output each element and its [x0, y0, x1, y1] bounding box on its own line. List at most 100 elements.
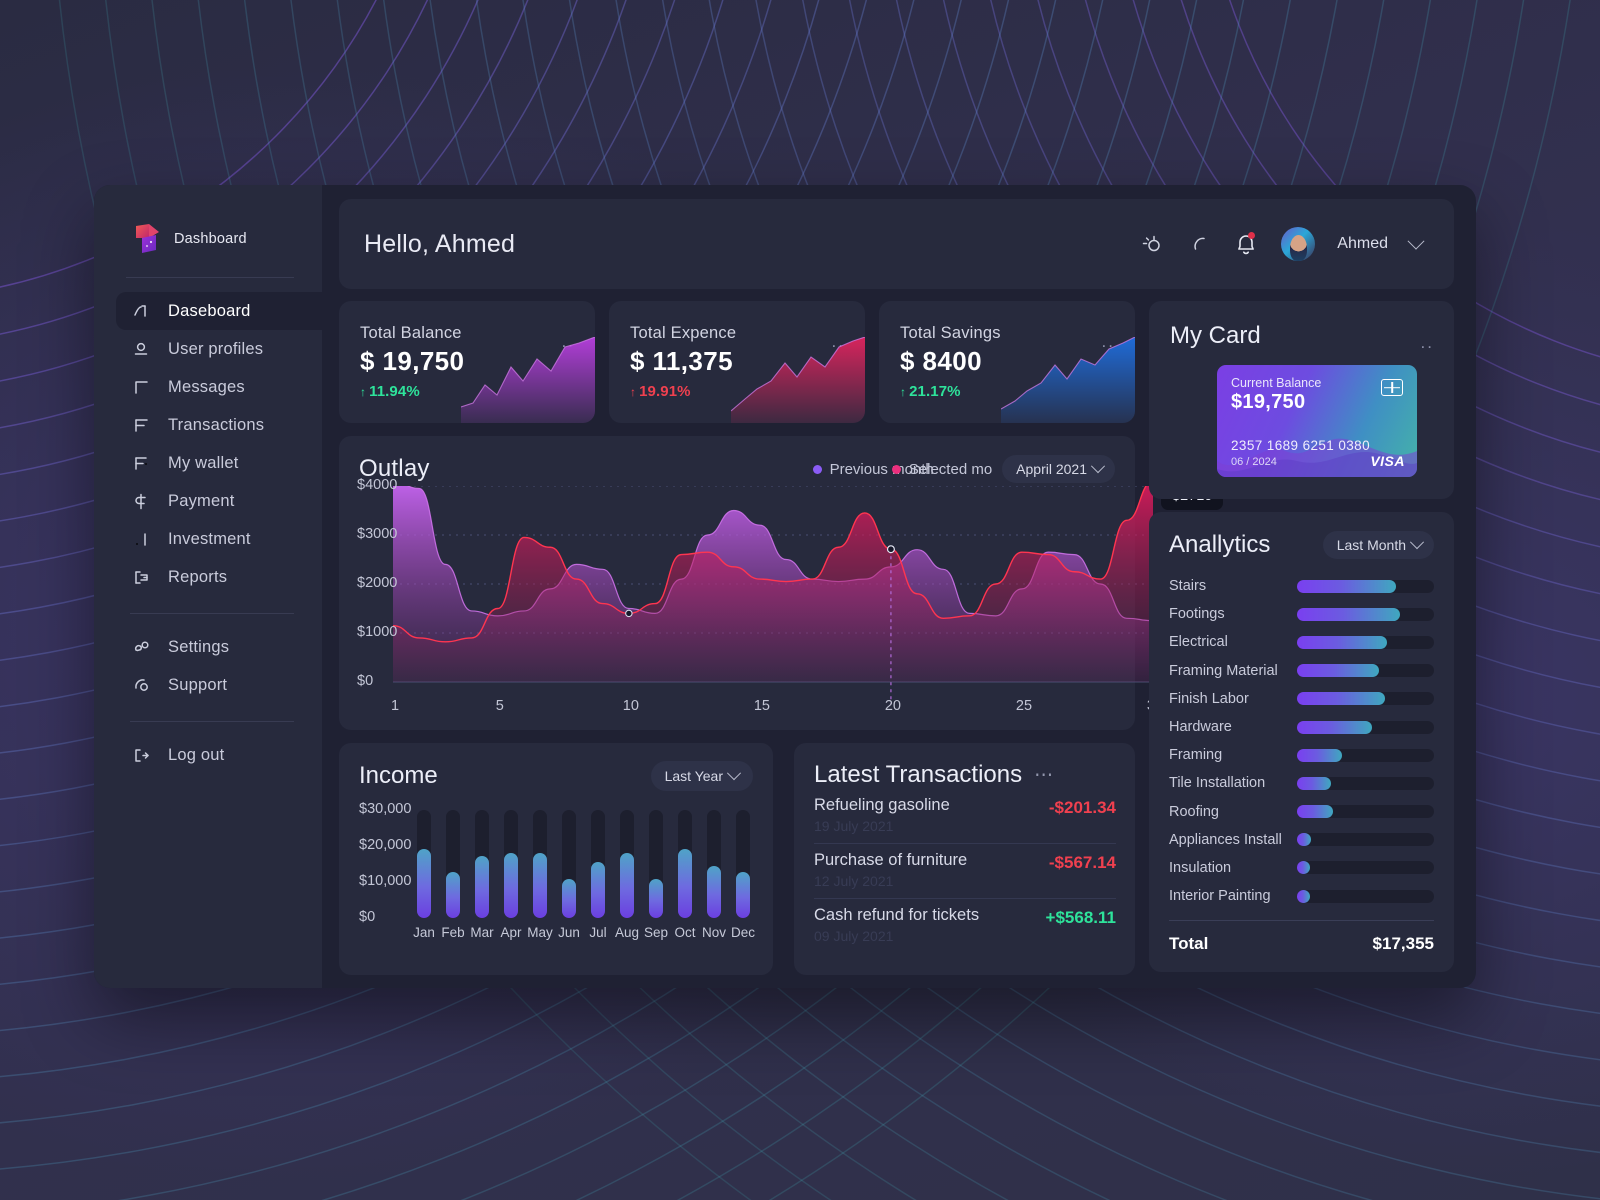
- outlay-x-tick: 1: [390, 698, 400, 714]
- sidebar-item-support[interactable]: Support: [116, 666, 322, 704]
- wallet-icon: [130, 453, 152, 473]
- analytics-label: Hardware: [1169, 719, 1232, 736]
- bell-icon[interactable]: [1233, 230, 1259, 258]
- analytics-period-dropdown[interactable]: Last Month: [1322, 531, 1434, 559]
- sidebar-item-reports[interactable]: Reports: [116, 558, 322, 596]
- income-bar-fill: [533, 853, 547, 918]
- sidebar-item-transactions[interactable]: Transactions: [116, 406, 322, 444]
- outlay-x-tick: 5: [495, 698, 504, 714]
- analytics-bar-track: [1297, 635, 1434, 649]
- legend-label-selected: Selected mo: [908, 460, 993, 478]
- income-bar: [475, 810, 489, 918]
- analytics-bar-track: [1297, 861, 1434, 875]
- sidebar-item-log-out[interactable]: Log out: [116, 736, 322, 774]
- analytics-row: Electrical: [1169, 628, 1434, 656]
- income-y-tick: $20,000: [359, 837, 412, 853]
- chevron-down-icon: [1090, 459, 1106, 474]
- income-x-tick: Jan: [413, 925, 435, 940]
- credit-card[interactable]: Current Balance $19,750 2357 1689 6251 0…: [1217, 365, 1417, 477]
- sidebar-item-label: Support: [168, 675, 228, 694]
- sidebar-nav-main: Daseboard User profiles Messages Transac…: [94, 278, 326, 596]
- income-period-dropdown[interactable]: Last Year: [650, 761, 753, 791]
- transaction-date: 12 July 2021: [814, 873, 894, 889]
- analytics-row: Finish Labor: [1169, 685, 1434, 713]
- transactions-more-button[interactable]: ⋯: [1034, 764, 1055, 787]
- income-bar: [446, 810, 460, 918]
- income-bar-fill: [649, 879, 663, 918]
- income-bar-fill: [475, 856, 489, 918]
- income-bar: [620, 810, 634, 918]
- stat-sparkline: [461, 337, 595, 423]
- analytics-label: Appliances Install: [1169, 831, 1282, 848]
- analytics-label: Insulation: [1169, 859, 1232, 876]
- income-x-tick: Dec: [730, 925, 755, 940]
- sidebar-item-settings[interactable]: Settings: [116, 628, 322, 666]
- page-title: Hello, Ahmed: [364, 229, 516, 258]
- transaction-row[interactable]: Cash refund for tickets 09 July 2021 +$5…: [814, 899, 1116, 953]
- analytics-total-value: $17,355: [1372, 934, 1434, 954]
- sidebar-item-daseboard[interactable]: Daseboard: [116, 292, 326, 330]
- analytics-label: Electrical: [1169, 634, 1228, 651]
- stat-sparkline: [731, 337, 865, 423]
- analytics-bar-fill: [1297, 805, 1333, 819]
- transactions-card: Latest Transactions ⋯ Refueling gasoline…: [794, 743, 1135, 975]
- analytics-row: Stairs: [1169, 572, 1434, 600]
- sun-icon[interactable]: [1141, 232, 1165, 256]
- outlay-y-tick: $1000: [357, 624, 398, 640]
- chevron-down-icon[interactable]: [1407, 232, 1425, 250]
- analytics-bar-track: [1297, 805, 1434, 819]
- right-column: My Card .. Current Balance $19,750 2357 …: [1149, 301, 1454, 975]
- legend-dot-selected: [891, 464, 901, 474]
- analytics-total-label: Total: [1169, 934, 1209, 954]
- sidebar-item-messages[interactable]: Messages: [116, 368, 322, 406]
- income-bar-fill: [417, 849, 431, 918]
- analytics-bar-fill: [1297, 889, 1310, 903]
- sidebar-item-user-profiles[interactable]: User profiles: [116, 330, 322, 368]
- outlay-period-dropdown[interactable]: Appril 2021: [1002, 455, 1115, 483]
- visa-logo: VISA: [1370, 453, 1405, 469]
- analytics-row: Interior Painting: [1169, 882, 1434, 910]
- legend-item-selected: Selected mo: [891, 460, 993, 478]
- outlay-y-tick: $4000: [357, 477, 398, 493]
- transactions-icon: [130, 415, 152, 435]
- income-bar-fill: [446, 872, 460, 918]
- income-x-tick: Sep: [643, 925, 669, 940]
- app-logo-icon: [134, 223, 161, 254]
- outlay-legend: Previous month Selected mo Appril 2021: [812, 455, 1115, 483]
- analytics-title: Anallytics: [1169, 531, 1271, 558]
- analytics-bar-track: [1297, 720, 1434, 734]
- income-period-label: Last Year: [664, 768, 723, 784]
- income-bar-fill: [620, 853, 634, 918]
- sidebar-nav-secondary: Settings Support: [94, 614, 322, 704]
- analytics-bar-fill: [1297, 833, 1311, 847]
- income-bar: [736, 810, 750, 918]
- mycard-title: My Card: [1170, 322, 1261, 349]
- transaction-row[interactable]: Refueling gasoline 19 July 2021 -$201.34: [814, 789, 1116, 844]
- sidebar-item-label: Investment: [168, 529, 251, 548]
- moon-icon[interactable]: [1187, 232, 1211, 256]
- investment-icon: [130, 529, 152, 549]
- sidebar-item-payment[interactable]: Payment: [116, 482, 322, 520]
- analytics-label: Framing Material: [1169, 662, 1278, 679]
- income-bar-fill: [504, 853, 518, 918]
- sidebar-item-label: Payment: [168, 491, 235, 510]
- analytics-bar-track: [1297, 579, 1434, 593]
- analytics-row: Insulation: [1169, 854, 1434, 882]
- analytics-header: Anallytics Last Month: [1169, 531, 1434, 559]
- transaction-date: 09 July 2021: [814, 928, 894, 944]
- analytics-bar-fill: [1297, 635, 1388, 649]
- sidebar-item-my-wallet[interactable]: My wallet: [116, 444, 322, 482]
- income-bar: [417, 810, 431, 918]
- card-expiry: 06 / 2024: [1231, 456, 1277, 468]
- brand-name: Dashboard: [174, 230, 247, 247]
- analytics-row: Footings: [1169, 600, 1434, 628]
- analytics-card: Anallytics Last Month Stairs Footings El…: [1149, 512, 1454, 972]
- sidebar-item-investment[interactable]: Investment: [116, 520, 322, 558]
- avatar[interactable]: [1281, 227, 1316, 261]
- mycard-more-button[interactable]: ..: [1421, 333, 1434, 353]
- transaction-row[interactable]: Purchase of furniture 12 July 2021 -$567…: [814, 844, 1116, 899]
- income-x-tick: Jul: [589, 925, 607, 940]
- analytics-bar-fill: [1297, 579, 1396, 593]
- outlay-header: Outlay Previous month Selected mo Appril…: [359, 455, 1115, 483]
- analytics-row: Tile Installation: [1169, 769, 1434, 797]
